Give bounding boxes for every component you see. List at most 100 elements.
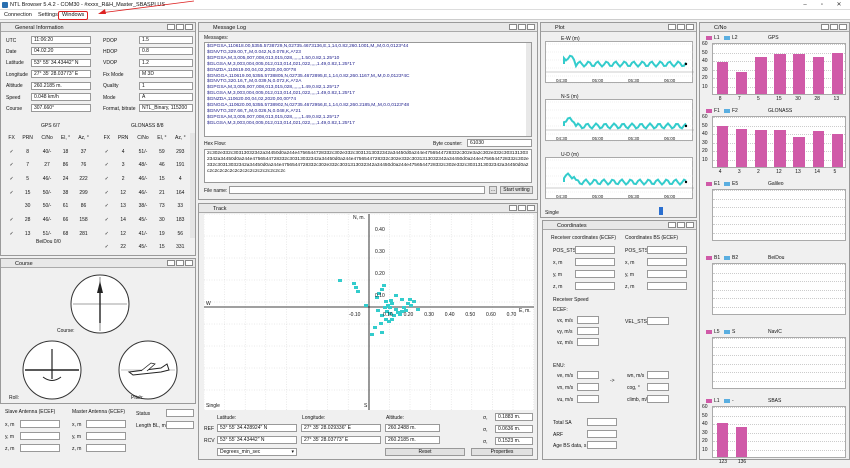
legend-swatch-2	[724, 109, 730, 113]
panel-close-icon[interactable]	[839, 24, 847, 30]
cno-bar	[735, 72, 748, 94]
y-tick-label: 40	[702, 58, 708, 65]
cno-bar	[831, 53, 844, 94]
x-tick-label: 8	[718, 96, 722, 102]
panel-header: C/No	[700, 23, 849, 32]
plot-x-tick: 05:00	[592, 78, 604, 83]
table-row: ✓ 13 38/- 73 33	[101, 200, 189, 212]
master-x-field[interactable]	[86, 420, 126, 428]
panel-close-icon[interactable]	[686, 222, 694, 228]
plot-x-tick: 04:30	[556, 136, 568, 141]
info-value: 04.02.20	[31, 47, 91, 56]
panel-close-icon[interactable]	[527, 24, 535, 30]
hex-flow-box[interactable]: 2c302e332c30313032342a34450d0a244e475654…	[204, 149, 532, 183]
table-cell: 18	[62, 148, 69, 155]
chevron-down-icon: ▾	[291, 449, 294, 455]
panel-pin-icon[interactable]	[677, 222, 685, 228]
rcv-lon-field[interactable]: 27° 35' 28.03773" E	[301, 436, 381, 444]
panel-restore-icon[interactable]	[668, 24, 676, 30]
browse-button[interactable]: …	[489, 186, 497, 194]
grid-line	[713, 381, 845, 382]
plot-slider-thumb[interactable]	[659, 207, 663, 215]
slave-y-field[interactable]	[20, 432, 60, 440]
vy-label: vy, m/s	[557, 329, 573, 335]
legend-label: L2	[732, 35, 738, 41]
menu-settings[interactable]: Settings	[35, 11, 61, 19]
panel-restore-icon[interactable]	[821, 24, 829, 30]
sigma-lat-label: σ,	[483, 415, 488, 421]
column-header: C/No	[137, 134, 149, 141]
master-y-field[interactable]	[86, 432, 126, 440]
legend-swatch-1	[706, 399, 712, 403]
panel-close-icon[interactable]	[185, 24, 193, 30]
panel-close-icon[interactable]	[185, 260, 193, 266]
panel-pin-icon[interactable]	[518, 24, 526, 30]
track-point	[394, 294, 398, 297]
y-tick-label: 0.30	[375, 249, 385, 255]
track-plot[interactable]	[204, 214, 534, 410]
panel-pin-icon[interactable]	[176, 24, 184, 30]
cno-plot-box	[712, 189, 846, 241]
length-field[interactable]	[166, 421, 194, 429]
ref-alt-field[interactable]: 260.2488 m.	[385, 424, 440, 432]
rcv-x-field	[575, 258, 615, 266]
format-select[interactable]: Degrees_min_sec ▾	[217, 448, 297, 456]
grid-line	[713, 338, 845, 339]
legend-label: F1	[714, 108, 720, 114]
x-tick-label: 3	[737, 169, 741, 175]
properties-button[interactable]: Properties	[471, 448, 533, 456]
plot-svg: 04:30 05:00 05:30 06:00	[546, 159, 694, 201]
master-z-field[interactable]	[86, 444, 126, 452]
info-value: 1	[139, 81, 193, 90]
panel-restore-icon[interactable]	[509, 205, 517, 211]
scrollbar[interactable]	[190, 133, 195, 238]
menu-windows[interactable]: Windows	[58, 10, 89, 20]
reset-button[interactable]: Reset	[385, 448, 465, 456]
start-writing-button[interactable]: Start writing	[500, 186, 533, 194]
y-tick-label: 50	[702, 122, 708, 129]
panel-restore-icon[interactable]	[167, 24, 175, 30]
ref-lat-field[interactable]: 53° 55' 34.428924" N	[217, 424, 297, 432]
panel-pin-icon[interactable]	[518, 205, 526, 211]
panel-restore-icon[interactable]	[509, 24, 517, 30]
y-tick-label: 0.20	[375, 271, 385, 277]
menu-connection[interactable]: Connection	[1, 11, 35, 19]
status-field[interactable]	[166, 409, 194, 417]
minimize-icon[interactable]: –	[798, 1, 812, 9]
panel-restore-icon[interactable]	[668, 222, 676, 228]
table-cell: 281	[79, 230, 88, 237]
filename-field[interactable]	[229, 186, 485, 194]
y-tick-label: 50	[702, 412, 708, 419]
table-cell: 4	[121, 148, 125, 155]
panel-pin-icon[interactable]	[677, 24, 685, 30]
rcv-lat-field[interactable]: 53° 55' 34.43442" N	[217, 436, 297, 444]
scrollbar[interactable]	[526, 43, 531, 136]
panel-close-icon[interactable]	[527, 205, 535, 211]
table-cell: 15	[24, 189, 31, 196]
table-cell: 13	[120, 203, 126, 210]
messages-list[interactable]: $GPGSA,110618.00,5355.5738729,N,02735.46…	[204, 42, 532, 137]
x-tick-label: 0.50	[465, 312, 476, 318]
beidou-header: BeiDou 0/0	[36, 239, 61, 245]
table-row: ✓ 28 46/- 66 158	[6, 214, 92, 226]
panel-title: Coordinates	[557, 222, 587, 229]
total-sa-field	[587, 418, 617, 426]
slave-x-field[interactable]	[20, 420, 60, 428]
table-cell: 158	[79, 216, 88, 223]
close-icon[interactable]: ✕	[832, 1, 846, 9]
ref-lon-field[interactable]: 27° 35' 28.029336" E	[301, 424, 381, 432]
table-cell	[6, 200, 17, 212]
rcv-alt-field[interactable]: 260.2185 m.	[385, 436, 440, 444]
panel-pin-icon[interactable]	[176, 260, 184, 266]
panel-close-icon[interactable]	[686, 24, 694, 30]
panel-restore-icon[interactable]	[167, 260, 175, 266]
column-header: PRN	[22, 134, 33, 141]
master-y-label: y, m	[72, 434, 82, 440]
glonass-header: GLONASS 8/8	[131, 123, 164, 129]
table-cell: ✓	[9, 216, 14, 223]
plot-x-tick: 06:00	[664, 136, 676, 141]
slave-z-field[interactable]	[20, 444, 60, 452]
track-point	[370, 333, 374, 336]
panel-pin-icon[interactable]	[830, 24, 838, 30]
maximize-icon[interactable]: ▫	[815, 1, 829, 9]
